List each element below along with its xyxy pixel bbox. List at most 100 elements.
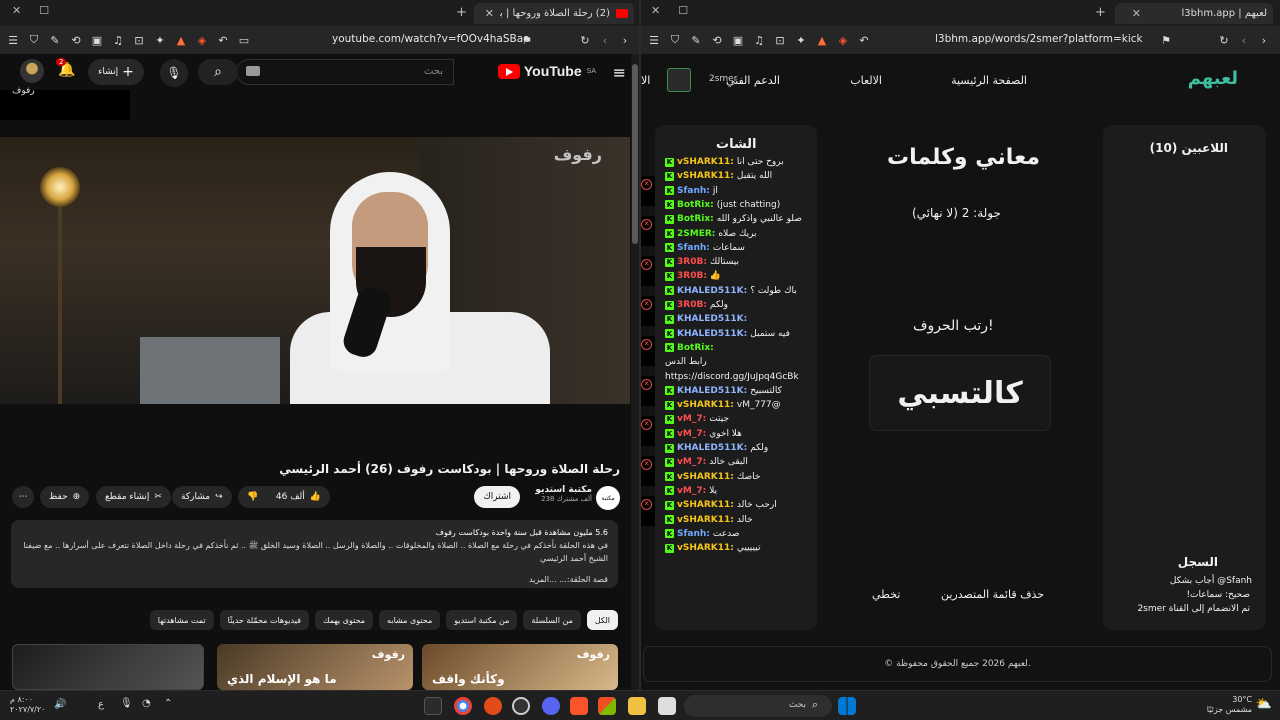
chip-watched[interactable]: تمت مشاهدتها (149, 610, 214, 630)
history-icon[interactable]: ⟲ (69, 33, 83, 47)
brave-icon[interactable] (570, 697, 588, 715)
tab-youtube[interactable]: (2) رحلة الصلاة وروحها | بودكاست ✕ (474, 3, 634, 24)
kick-player-icon[interactable]: ✕ (641, 459, 652, 470)
description-more[interactable]: قصة الحلقة:... ...المزيد (21, 573, 608, 586)
nav-username[interactable]: 2smer (709, 74, 737, 84)
puzzle-icon[interactable]: ✦ (153, 33, 167, 47)
share-icon[interactable]: ↶ (857, 33, 871, 47)
kick-player-icon[interactable]: ✕ (641, 379, 652, 390)
tray-chevron-icon[interactable]: ⌃ (164, 698, 172, 709)
bookmark-icon[interactable]: ⚑ (520, 33, 534, 47)
video-frame[interactable]: رفوف (0, 137, 630, 404)
channel-avatar[interactable]: مكتبة (596, 486, 620, 510)
like-icon[interactable]: 👍 (310, 492, 321, 502)
notifications-button[interactable]: 🔔 2 (56, 58, 75, 78)
extension-icon[interactable]: ✎ (48, 33, 62, 47)
maximize-window-icon[interactable]: ☐ (678, 4, 688, 17)
history-icon[interactable]: ⟲ (710, 33, 724, 47)
more-actions-button[interactable]: ⋯ (12, 486, 34, 508)
close-window-icon[interactable]: ✕ (12, 4, 21, 17)
sidebar-icon[interactable]: ▣ (90, 33, 104, 47)
user-avatar[interactable] (667, 68, 691, 92)
file-explorer-icon[interactable] (628, 697, 646, 715)
search-input[interactable]: بحث (236, 59, 454, 85)
task-view-icon[interactable] (658, 697, 676, 715)
kick-player-icon[interactable]: ✕ (641, 219, 652, 230)
keyboard-icon[interactable] (246, 66, 260, 76)
video-player[interactable]: رفوف رفوف (0, 86, 630, 404)
cast-icon[interactable]: ▭ (237, 33, 251, 47)
forward-icon[interactable]: › (1257, 33, 1271, 47)
new-tab-icon[interactable]: + (1095, 5, 1106, 20)
youtube-logo[interactable]: YouTube SA (497, 63, 596, 79)
screenshot-icon[interactable]: ⊡ (132, 33, 146, 47)
share-button[interactable]: مشاركة ↪ (172, 486, 232, 508)
close-window-icon[interactable]: ✕ (651, 4, 660, 17)
screenshot-icon[interactable]: ⊡ (773, 33, 787, 47)
kick-player-icon[interactable]: ✕ (641, 499, 652, 510)
rewards-icon[interactable]: ▲ (815, 33, 829, 47)
sidebar-icon[interactable]: ▣ (731, 33, 745, 47)
guide-menu-icon[interactable]: ≡ (613, 63, 626, 82)
back-icon[interactable]: ‹ (598, 33, 612, 47)
reload-icon[interactable]: ↻ (1217, 33, 1231, 47)
search-button[interactable]: ⌕ (198, 59, 238, 85)
input-language[interactable]: ع (98, 699, 104, 710)
clear-leaderboard-button[interactable]: حذف قائمة المتصدرين (941, 588, 1044, 601)
shield-icon[interactable]: ⛉ (27, 33, 41, 47)
chip-related[interactable]: محتوى مشابه (379, 610, 441, 630)
nav-games[interactable]: الالعاب (850, 74, 882, 87)
address-bar[interactable]: youtube.com/watch?v=fOOv4haSBao (332, 33, 530, 45)
music-icon[interactable]: ♫ (111, 33, 125, 47)
kick-player-icon[interactable]: ✕ (641, 179, 652, 190)
chip-series[interactable]: من السلسلة (523, 610, 581, 630)
chip-all[interactable]: الكل (586, 610, 618, 630)
create-button[interactable]: إنشاء + (88, 59, 144, 85)
tab-l3bhm[interactable]: لعبهم | l3bhm.app ✕ (1115, 3, 1273, 24)
recommended-video-3[interactable] (12, 644, 204, 690)
close-tab-icon[interactable]: ✕ (1132, 7, 1141, 20)
account-avatar[interactable] (20, 59, 44, 83)
clock[interactable]: ٨:٠٠ م ٢٠٢٧/٧/٢٠ (10, 695, 45, 715)
weather-widget[interactable]: 30°C مشمس جزئيًا (1207, 695, 1252, 715)
site-logo[interactable]: لعبهم (1188, 68, 1238, 89)
subscribe-button[interactable]: اشتراك (474, 486, 520, 508)
skip-button[interactable]: تخطي (872, 588, 900, 601)
mic-tray-icon[interactable]: 🎙 (120, 698, 133, 709)
puzzle-icon[interactable]: ✦ (794, 33, 808, 47)
address-bar[interactable]: l3bhm.app/words/2smer?platform=kick (935, 33, 1143, 45)
bookmark-icon[interactable]: ⚑ (1159, 33, 1173, 47)
dislike-icon[interactable]: 👎 (247, 492, 258, 502)
brave-shield-icon[interactable]: ◈ (836, 33, 850, 47)
video-description[interactable]: 5.6 مليون مشاهدة قبل سنة واحدة بودكاست ر… (11, 520, 618, 588)
reload-icon[interactable]: ↻ (578, 33, 592, 47)
discord-icon[interactable] (542, 697, 560, 715)
recommended-video-2[interactable]: رفوف ما هو الإسلام الذي (217, 644, 413, 690)
clip-button[interactable]: إنشاء مقطع ✂ (96, 486, 171, 508)
maximize-window-icon[interactable]: ☐ (39, 4, 49, 17)
nav-home[interactable]: الصفحة الرئيسية (951, 74, 1027, 87)
ms-store-icon[interactable] (598, 697, 616, 715)
shield-icon[interactable]: ⛉ (668, 33, 682, 47)
forward-icon[interactable]: › (618, 33, 632, 47)
nav-more[interactable]: الا (641, 74, 650, 87)
save-button[interactable]: حفظ ⊕ (40, 486, 90, 508)
kick-player-icon[interactable]: ✕ (641, 419, 652, 430)
chip-for-you[interactable]: محتوى يهمك (314, 610, 374, 630)
app-icon[interactable] (512, 697, 530, 715)
kick-player-icon[interactable]: ✕ (641, 339, 652, 350)
new-tab-icon[interactable]: + (456, 5, 467, 20)
app-icon[interactable] (484, 697, 502, 715)
rewards-icon[interactable]: ▲ (174, 33, 188, 47)
network-icon[interactable]: ◔ (142, 698, 151, 709)
start-icon[interactable] (838, 697, 856, 715)
recommended-video-1[interactable]: رفوف وكأنك واقف (422, 644, 618, 690)
chrome-icon[interactable] (454, 697, 472, 715)
chip-channel[interactable]: من مكتبة استديو (446, 610, 518, 630)
music-icon[interactable]: ♫ (752, 33, 766, 47)
page-scrollbar[interactable] (631, 54, 639, 690)
share-icon[interactable]: ↶ (216, 33, 230, 47)
kick-player-icon[interactable]: ✕ (641, 259, 652, 270)
chip-recent[interactable]: فيديوهات محمّلة حديثًا (219, 610, 309, 630)
scrollbar-thumb[interactable] (632, 64, 638, 244)
